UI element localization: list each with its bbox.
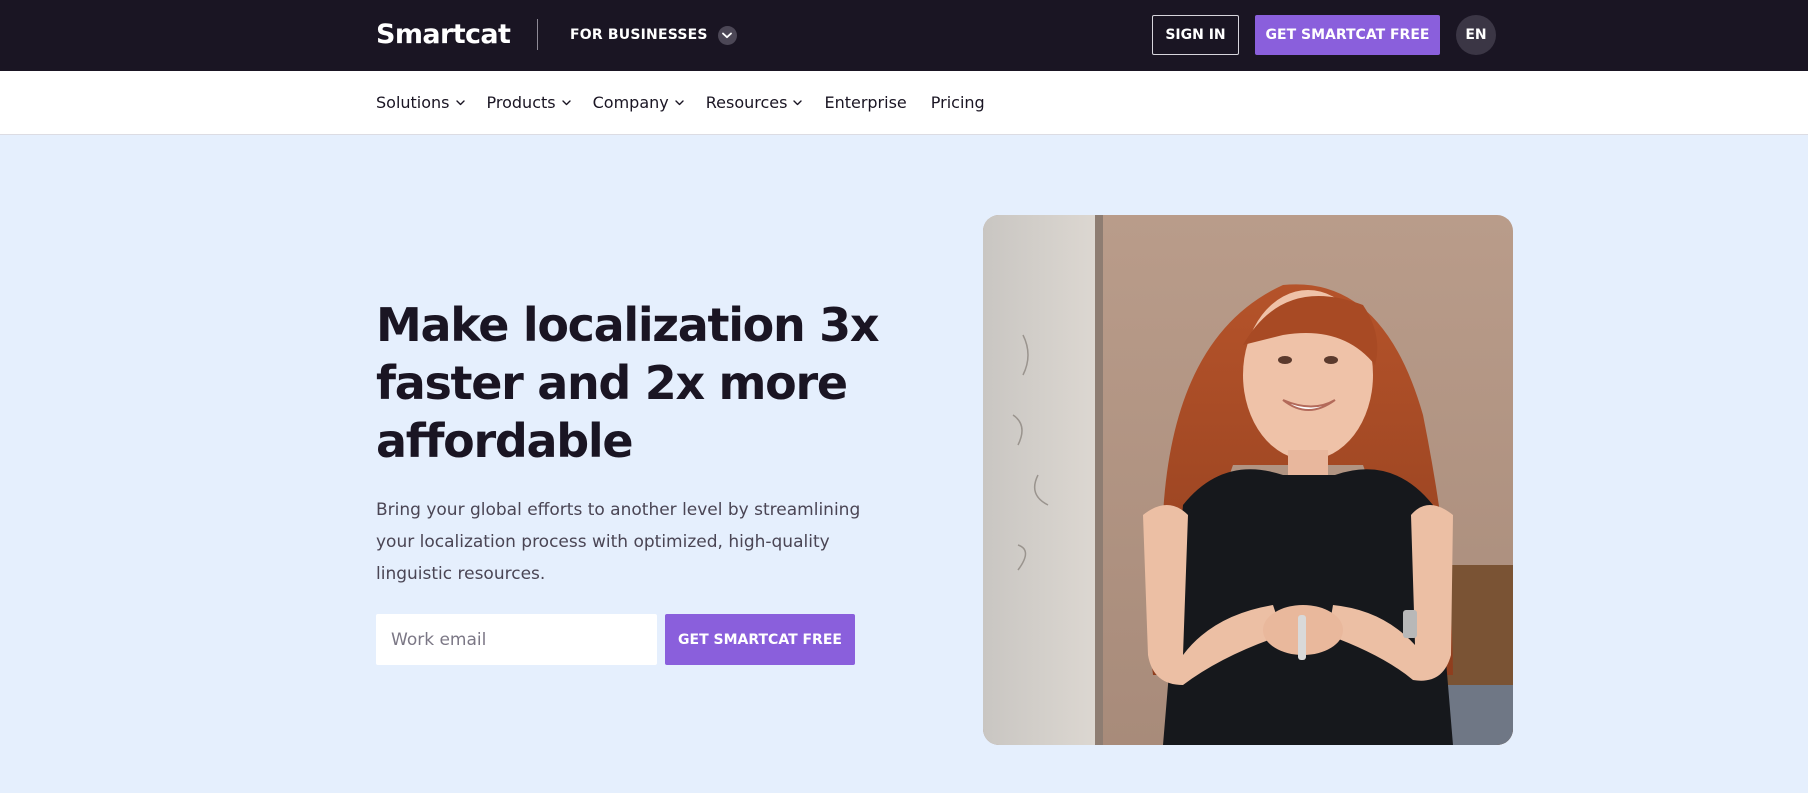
- audience-switcher-label: FOR BUSINESSES: [570, 27, 708, 43]
- chevron-down-icon: [561, 100, 571, 106]
- hero-photo: [983, 215, 1513, 745]
- logo-divider: [537, 19, 538, 50]
- nav-item-enterprise[interactable]: Enterprise: [824, 92, 906, 114]
- nav-item-label: Company: [592, 93, 669, 112]
- nav-item-company[interactable]: Company: [593, 92, 684, 114]
- main-nav: Solutions Products Company Resources Ent…: [0, 71, 1808, 135]
- hero-subtitle-line: your localization process with optimized…: [376, 532, 830, 552]
- hero-subtitle: Bring your global efforts to another lev…: [376, 494, 876, 590]
- get-smartcat-free-header-button[interactable]: GET SMARTCAT FREE: [1255, 15, 1440, 55]
- sign-in-button[interactable]: SIGN IN: [1152, 15, 1239, 55]
- chevron-down-circle-icon: [717, 25, 737, 45]
- hero-title-line: Make localization 3x: [376, 298, 880, 352]
- nav-item-label: Solutions: [376, 93, 450, 112]
- nav-item-pricing[interactable]: Pricing: [931, 92, 985, 114]
- chevron-down-icon: [455, 100, 465, 106]
- smartcat-logo[interactable]: Smartcat: [376, 20, 511, 50]
- hero-title: Make localization 3x faster and 2x more …: [376, 296, 896, 470]
- work-email-input[interactable]: [376, 614, 657, 665]
- hero-title-line: affordable: [376, 414, 634, 468]
- nav-item-resources[interactable]: Resources: [706, 92, 803, 114]
- hero-title-line: faster and 2x more: [376, 356, 848, 410]
- nav-item-label: Products: [486, 93, 556, 112]
- nav-item-solutions[interactable]: Solutions: [376, 92, 465, 114]
- nav-item-label: Enterprise: [824, 93, 907, 112]
- chevron-down-icon: [675, 100, 684, 106]
- nav-item-label: Resources: [705, 93, 788, 112]
- nav-item-products[interactable]: Products: [487, 92, 571, 114]
- top-bar: Smartcat FOR BUSINESSES SIGN IN GET SMAR…: [0, 0, 1808, 71]
- audience-switcher[interactable]: FOR BUSINESSES: [570, 24, 737, 46]
- get-smartcat-free-hero-button[interactable]: GET SMARTCAT FREE: [665, 614, 855, 665]
- language-selector[interactable]: EN: [1456, 15, 1496, 55]
- chevron-down-icon: [793, 100, 803, 106]
- hero-subtitle-line: linguistic resources.: [376, 564, 546, 584]
- hero-photo-illustration: [983, 215, 1513, 745]
- nav-list: Solutions Products Company Resources Ent…: [376, 71, 985, 135]
- nav-item-label: Pricing: [930, 93, 985, 112]
- hero-subtitle-line: Bring your global efforts to another lev…: [376, 500, 861, 520]
